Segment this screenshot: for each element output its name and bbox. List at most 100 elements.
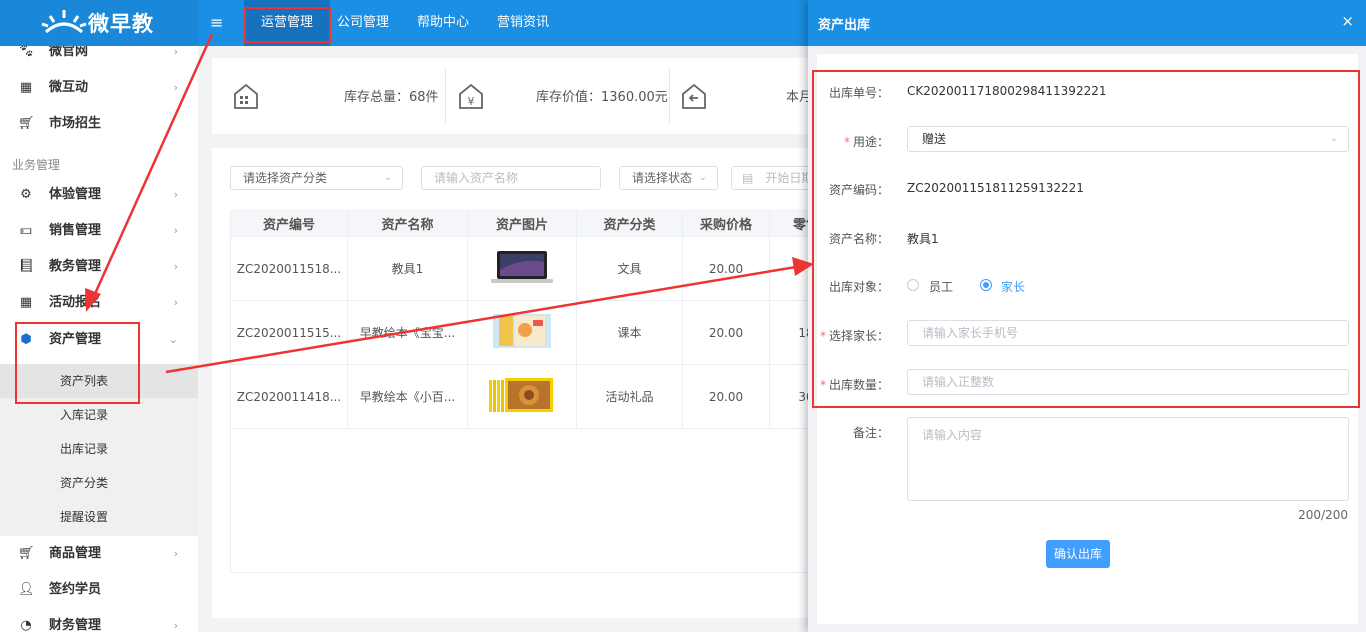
chevron-down-icon: ⌄ — [168, 333, 178, 346]
menu-toggle-icon[interactable]: ≡ — [210, 14, 223, 32]
stat-divider — [445, 68, 446, 124]
remark-char-counter: 200/200 — [1298, 508, 1348, 522]
sidebar-item-label: 体验管理 — [49, 187, 102, 202]
cell-code: ZC2020011515... — [230, 300, 348, 365]
laptop-image — [491, 251, 553, 283]
sidebar-item-label: 活动报名 — [49, 295, 102, 310]
sidebar-item-label: 商品管理 — [49, 546, 102, 561]
cell-category: 文具 — [576, 236, 683, 301]
svg-text:¥: ¥ — [468, 95, 475, 108]
calendar-icon: ▤ — [742, 171, 754, 185]
col-asset-image: 资产图片 — [467, 210, 577, 237]
chevron-right-icon: › — [173, 547, 178, 560]
sidebar-item-website[interactable]: 🐾︎ 微官网 › — [0, 46, 198, 70]
stats-bar: 库存总量：68件 ¥ 库存价值：1360.00元 本月 — [212, 58, 832, 134]
sidebar-item-academic[interactable]: 📘︎ 教务管理 › — [0, 249, 198, 285]
chevron-right-icon: › — [173, 81, 178, 94]
cell-name: 教具1 — [347, 236, 468, 301]
chevron-right-icon: › — [173, 260, 178, 273]
cell-code: ZC2020011418... — [230, 364, 348, 429]
sidebar-group-label: 业务管理 — [12, 158, 61, 172]
nav-company[interactable]: 公司管理 — [330, 0, 396, 46]
table-row[interactable]: ZC2020011418... 早教绘本《小百... 活动礼品 20.00 30 — [230, 364, 843, 429]
col-purchase-price: 采购价格 — [682, 210, 770, 237]
grid-icon: ▦ — [19, 295, 33, 310]
cell-price: 20.00 — [682, 364, 770, 429]
picture-book-image — [493, 314, 551, 348]
cell-name: 早教绘本《小百... — [347, 364, 468, 429]
asset-name-placeholder: 请输入资产名称 — [434, 171, 519, 185]
nav-marketing[interactable]: 营销资讯 — [490, 0, 556, 46]
sidebar-item-label: 财务管理 — [49, 618, 102, 632]
paw-icon: 🐾︎ — [18, 46, 35, 59]
chevron-right-icon: › — [173, 296, 178, 309]
sidebar-item-products[interactable]: 🛒︎ 商品管理 › — [0, 536, 198, 572]
cell-price: 20.00 — [682, 236, 770, 301]
cell-image — [467, 236, 577, 301]
submenu-label: 提醒设置 — [60, 510, 109, 524]
brand-name: 微早教 — [88, 12, 154, 36]
money-icon: 💵︎ — [20, 223, 32, 238]
stat-total-qty: 库存总量：68件 — [344, 90, 439, 105]
col-asset-category: 资产分类 — [576, 210, 683, 237]
sidebar-item-label: 教务管理 — [49, 259, 102, 274]
building-icon — [234, 83, 258, 109]
sidebar-item-trial[interactable]: ⚙ 体验管理 › — [0, 177, 198, 213]
cell-image — [467, 300, 577, 365]
cell-category: 活动礼品 — [576, 364, 683, 429]
cell-price: 20.00 — [682, 300, 770, 365]
chevron-down-icon: ⌄ — [698, 172, 707, 183]
nav-help[interactable]: 帮助中心 — [410, 0, 476, 46]
sidebar-item-events[interactable]: ▦ 活动报名 › — [0, 285, 198, 321]
cell-code: ZC2020011518... — [230, 236, 348, 301]
cart-icon: 🛒︎ — [18, 116, 35, 131]
category-select-text: 请选择资产分类 — [243, 171, 328, 185]
sidebar-item-label: 签约学员 — [49, 582, 102, 597]
table-empty-area — [230, 426, 842, 573]
asset-list-panel: 请选择资产分类 ⌄ 请输入资产名称 请选择状态 ⌄ ▤ 开始日期 资产编号 资产名… — [212, 148, 843, 618]
book-icon: 📘︎ — [18, 259, 35, 274]
asset-name-input[interactable]: 请输入资产名称 — [421, 166, 601, 190]
sidebar-item-finance[interactable]: ◔ 财务管理 › — [0, 608, 198, 632]
submenu-asset-categories[interactable]: 资产分类 — [0, 466, 198, 500]
box-arrow-icon — [682, 83, 706, 109]
status-select[interactable]: 请选择状态 ⌄ — [619, 166, 718, 190]
chevron-right-icon: › — [173, 224, 178, 237]
table-header-row: 资产编号 资产名称 资产图片 资产分类 采购价格 零售 — [230, 210, 843, 237]
col-asset-name: 资产名称 — [347, 210, 468, 237]
remark-label: 备注： — [852, 426, 889, 440]
drawer-title: 资产出库 — [818, 18, 871, 33]
grid-icon: ▦ — [19, 80, 33, 95]
gears-icon: ⚙ — [20, 187, 32, 202]
annotation-box-form — [812, 70, 1360, 408]
stat-divider — [669, 68, 670, 124]
status-select-text: 请选择状态 — [632, 171, 693, 185]
sidebar-item-label: 微互动 — [49, 80, 89, 95]
close-icon[interactable]: × — [1341, 12, 1354, 30]
sidebar-item-label: 微官网 — [49, 46, 89, 59]
annotation-box-assets-menu — [15, 322, 140, 404]
table-row[interactable]: ZC2020011515... 早教绘本《宝宝... 课本 20.00 18 — [230, 300, 843, 365]
cell-name: 早教绘本《宝宝... — [347, 300, 468, 365]
drawer-header: 资产出库 × — [808, 0, 1366, 46]
sidebar-item-label: 市场招生 — [49, 116, 102, 131]
col-asset-code: 资产编号 — [230, 210, 348, 237]
sidebar-item-interaction[interactable]: ▦ 微互动 › — [0, 70, 198, 106]
submenu-reminder-settings[interactable]: 提醒设置 — [0, 500, 198, 534]
user-icon: 👤︎ — [18, 582, 35, 597]
table-row[interactable]: ZC2020011518... 教具1 文具 20.00 — [230, 236, 843, 301]
sidebar-item-students[interactable]: 👤︎ 签约学员 — [0, 572, 198, 608]
sidebar-item-label: 销售管理 — [49, 223, 102, 238]
remark-placeholder: 请输入内容 — [922, 428, 983, 442]
confirm-outbound-button[interactable]: 确认出库 — [1046, 540, 1110, 568]
submenu-outbound-records[interactable]: 出库记录 — [0, 432, 198, 466]
cart-icon: 🛒︎ — [18, 546, 35, 561]
remark-textarea[interactable]: 请输入内容 — [907, 417, 1349, 501]
dashboard-icon: ◔ — [20, 618, 32, 632]
category-select[interactable]: 请选择资产分类 ⌄ — [230, 166, 403, 190]
annotation-box-nav — [244, 7, 331, 43]
logo[interactable]: 微早教 — [0, 0, 198, 46]
chevron-right-icon: › — [173, 188, 178, 201]
sidebar-item-enrollment[interactable]: 🛒︎ 市场招生 — [0, 106, 198, 142]
sidebar-item-sales[interactable]: 💵︎ 销售管理 › — [0, 213, 198, 249]
